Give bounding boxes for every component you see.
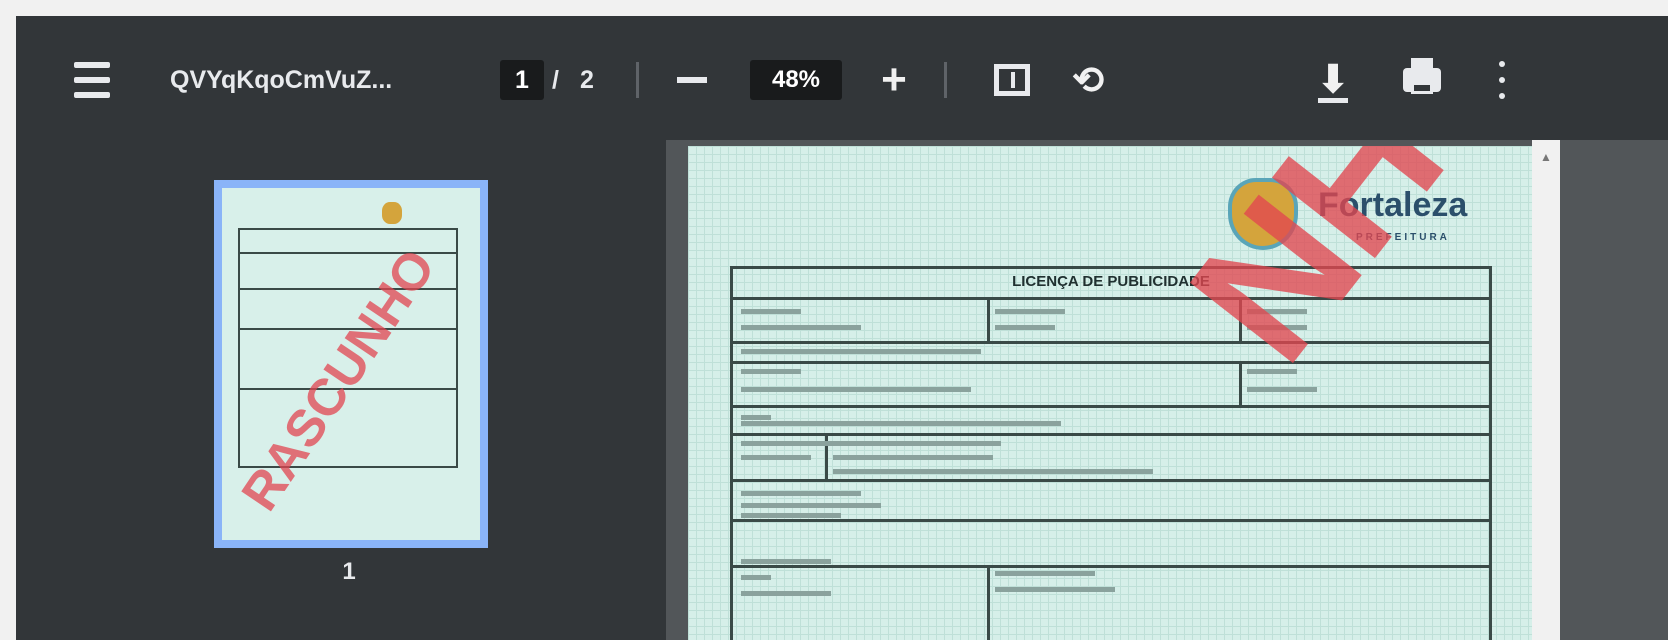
thumbnail-sidebar: RASCUNHO 1 [16,140,666,640]
thumbnail-page-number: 1 [342,558,356,585]
divider [944,62,947,98]
minus-icon [677,77,707,83]
rotate-icon[interactable]: ⟲ [1066,58,1110,102]
print-icon[interactable] [1400,58,1444,100]
document-viewer: Fortaleza PREFEITURA LICENÇA DE PUBLICID… [666,140,1668,640]
page-thumbnail[interactable]: RASCUNHO [214,180,488,548]
total-pages: 2 [580,65,594,94]
zoom-level-input[interactable]: 48% [750,60,842,100]
page-number-input[interactable]: 1 [500,60,544,100]
download-icon[interactable]: ⬇ [1310,56,1356,104]
page-separator: / [552,65,559,94]
thumbnail-preview: RASCUNHO [222,188,480,540]
zoom-out-button[interactable] [670,60,714,100]
menu-icon[interactable] [70,62,114,98]
divider [636,62,639,98]
toolbar: QVYqKqoCmVuZ... 1 / 2 48% + ⟲ ⬇ [16,16,1668,140]
zoom-in-button[interactable]: + [870,55,918,104]
scroll-up-icon[interactable]: ▲ [1540,150,1552,164]
fit-page-icon[interactable] [990,58,1034,102]
pdf-viewer-window: QVYqKqoCmVuZ... 1 / 2 48% + ⟲ ⬇ RASCUNHO… [16,16,1668,640]
document-title: QVYqKqoCmVuZ... [170,65,393,94]
pdf-page: Fortaleza PREFEITURA LICENÇA DE PUBLICID… [688,146,1534,640]
more-icon[interactable] [1492,56,1512,104]
scrollbar[interactable]: ▲ [1532,140,1560,640]
